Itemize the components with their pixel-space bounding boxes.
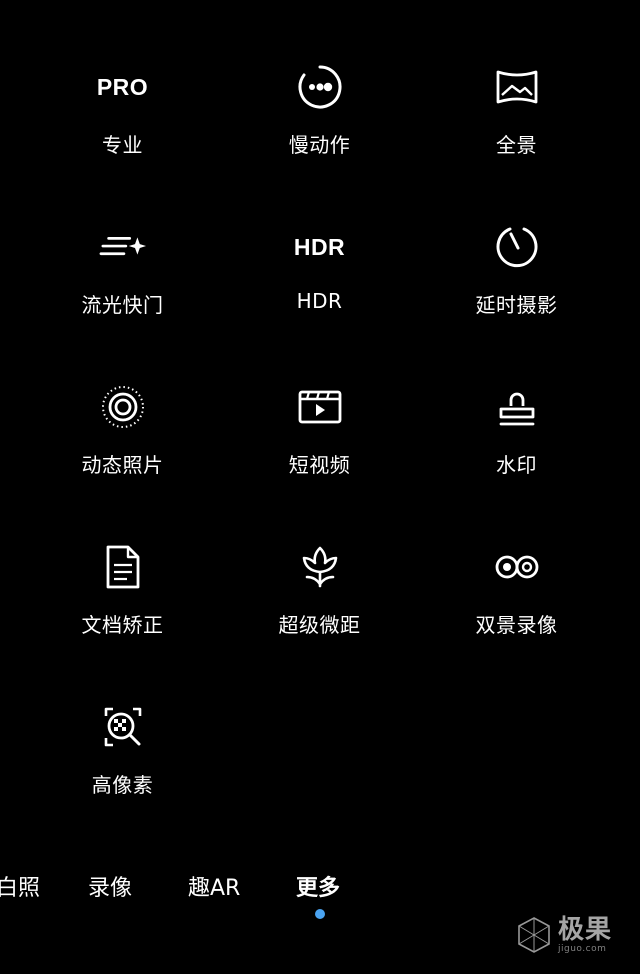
mode-short-video[interactable]: 短视频 bbox=[221, 375, 418, 525]
panorama-icon bbox=[493, 63, 541, 111]
mode-super-macro[interactable]: 超级微距 bbox=[221, 535, 418, 685]
tab-more[interactable]: 更多 bbox=[296, 870, 340, 902]
mode-label: 短视频 bbox=[288, 453, 351, 477]
mode-high-resolution[interactable]: 高像素 bbox=[24, 695, 221, 845]
mode-label: 高像素 bbox=[91, 773, 154, 797]
document-correction-icon bbox=[99, 543, 147, 591]
mode-label: 慢动作 bbox=[288, 133, 351, 157]
mode-document-correction[interactable]: 文档矫正 bbox=[24, 535, 221, 685]
mode-timelapse[interactable]: 延时摄影 bbox=[418, 215, 615, 365]
pro-text-icon: PRO bbox=[96, 73, 149, 100]
mode-light-painting[interactable]: 流光快门 bbox=[24, 215, 221, 365]
tab-photo[interactable]: 白照 bbox=[0, 870, 40, 902]
mode-label: 动态照片 bbox=[81, 453, 164, 477]
mode-panorama[interactable]: 全景 bbox=[418, 55, 615, 205]
short-video-icon bbox=[296, 383, 344, 431]
mode-label: 流光快门 bbox=[81, 293, 164, 317]
watermark-url: jiguo.com bbox=[558, 943, 607, 954]
mode-slow-motion[interactable]: 慢动作 bbox=[221, 55, 418, 205]
jiguo-logo-icon bbox=[518, 917, 550, 953]
mode-label: 延时摄影 bbox=[475, 293, 558, 317]
mode-label: 超级微距 bbox=[278, 613, 361, 637]
light-painting-icon bbox=[99, 223, 147, 271]
mode-dual-view[interactable]: 双景录像 bbox=[418, 535, 615, 685]
slow-motion-icon bbox=[296, 63, 344, 111]
high-resolution-icon bbox=[99, 703, 147, 751]
mode-label: HDR bbox=[296, 289, 343, 313]
mode-label: 全景 bbox=[496, 133, 537, 157]
mode-label: 双景录像 bbox=[475, 613, 558, 637]
moving-picture-icon bbox=[99, 383, 147, 431]
hdr-text-icon: HDR bbox=[293, 233, 346, 260]
mode-pro[interactable]: PRO 专业 bbox=[24, 55, 221, 205]
watermark-title: 极果 bbox=[558, 914, 613, 945]
super-macro-icon bbox=[296, 543, 344, 591]
tab-ar[interactable]: 趣AR bbox=[188, 870, 240, 902]
camera-mode-tabbar: 白照 录像 趣AR 更多 bbox=[0, 862, 640, 908]
timelapse-icon bbox=[493, 223, 541, 271]
tab-video[interactable]: 录像 bbox=[88, 870, 132, 902]
mode-label: 专业 bbox=[102, 133, 143, 157]
active-tab-indicator bbox=[315, 909, 325, 919]
mode-moving-picture[interactable]: 动态照片 bbox=[24, 375, 221, 525]
watermark-stamp-icon bbox=[493, 383, 541, 431]
mode-label: 文档矫正 bbox=[81, 613, 164, 637]
mode-label: 水印 bbox=[496, 453, 537, 477]
jiguo-watermark: 极果 jiguo.com bbox=[514, 910, 622, 960]
mode-hdr[interactable]: HDR HDR bbox=[221, 215, 418, 365]
dual-view-icon bbox=[493, 543, 541, 591]
mode-watermark[interactable]: 水印 bbox=[418, 375, 615, 525]
